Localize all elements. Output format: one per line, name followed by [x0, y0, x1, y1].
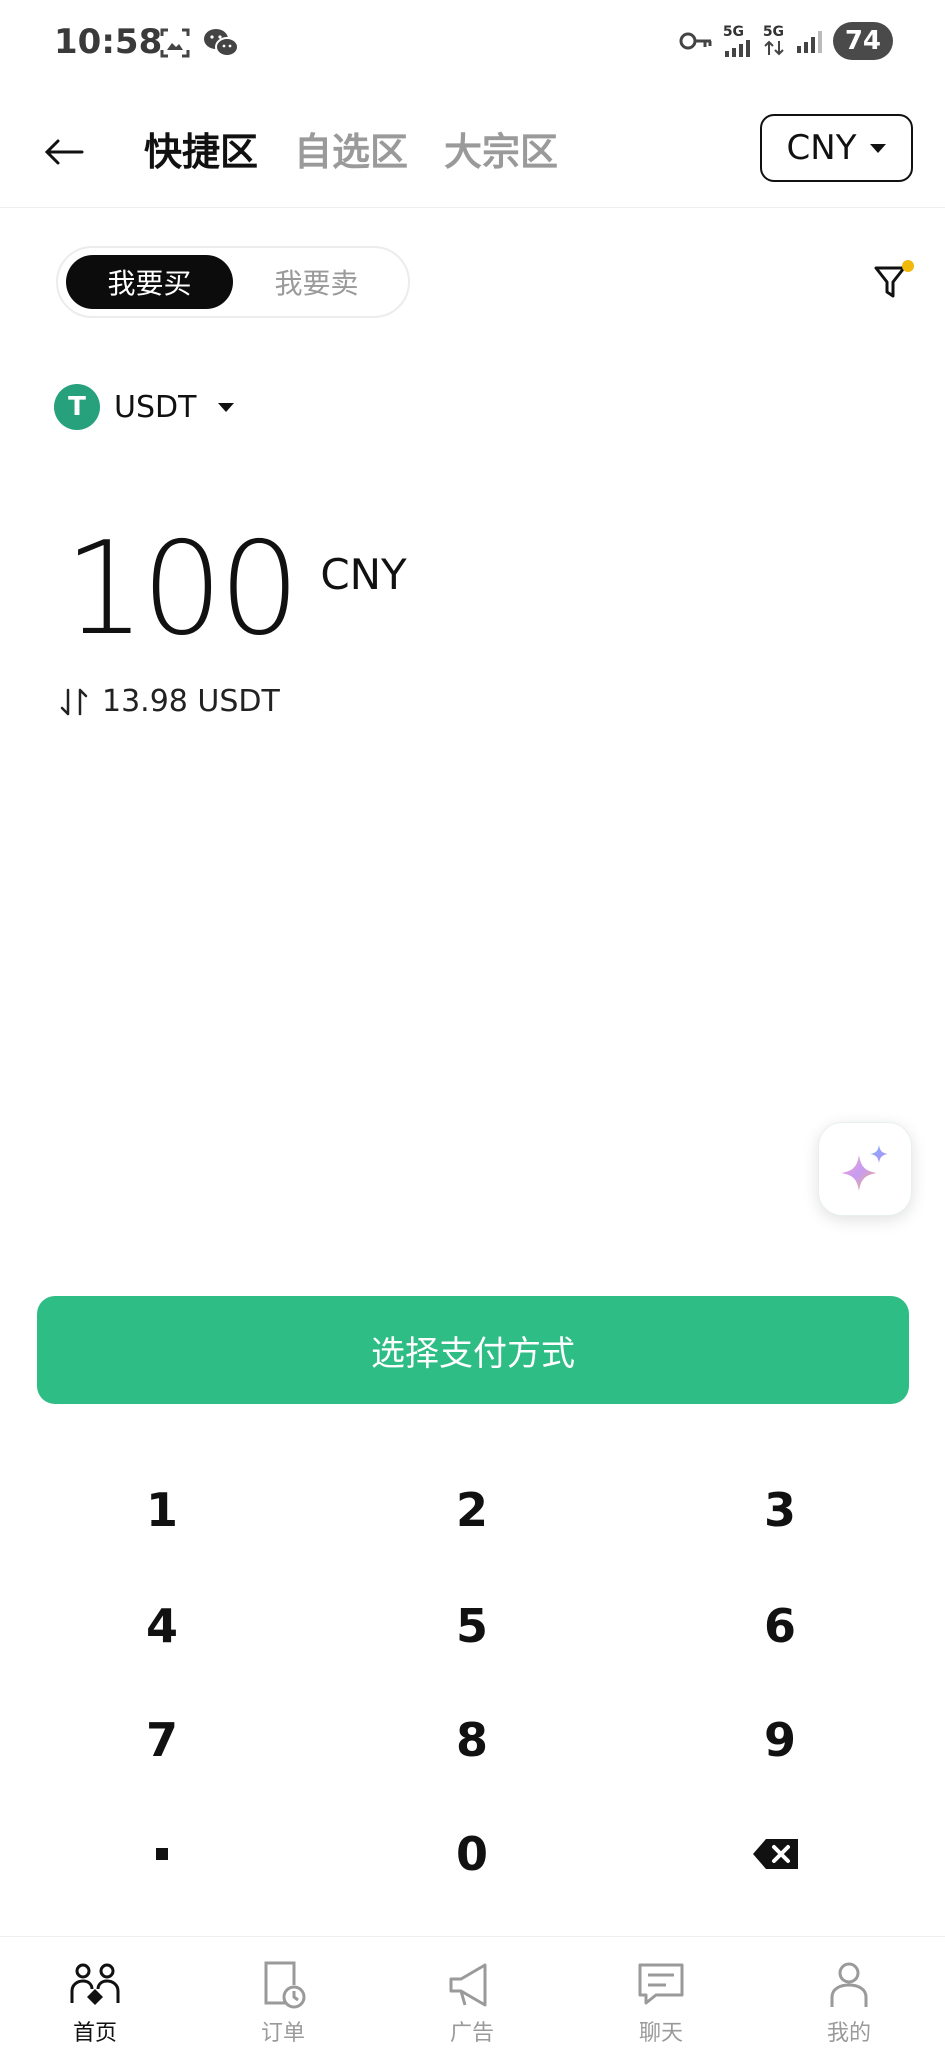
- coin-select[interactable]: T USDT: [54, 384, 235, 430]
- nav-label-home: 首页: [72, 2021, 117, 2046]
- caret-down-icon: [218, 402, 235, 412]
- megaphone-icon: [449, 1963, 487, 2007]
- currency-select[interactable]: CNY: [760, 114, 913, 182]
- nav-label-profile: 我的: [826, 2021, 871, 2046]
- screenshot-icon: [160, 28, 190, 58]
- nav-label-ads: 广告: [449, 2021, 494, 2046]
- nav-item-home[interactable]: 首页: [20, 1937, 170, 2048]
- signal-5g-2: 5G: [763, 25, 785, 57]
- key-3[interactable]: 3: [690, 1465, 870, 1555]
- person-icon: [830, 1962, 868, 2007]
- signal-bars-icon: [724, 40, 750, 57]
- order-clock-icon: [264, 1961, 306, 2009]
- key-8[interactable]: 8: [382, 1695, 562, 1785]
- key-1[interactable]: 1: [72, 1465, 252, 1555]
- decimal-point-icon: [156, 1848, 168, 1860]
- filter-button[interactable]: [868, 258, 916, 306]
- tether-icon: T: [54, 384, 100, 430]
- home-people-icon: [70, 1963, 120, 2005]
- header: 快捷区 自选区 大宗区 CNY: [0, 100, 945, 208]
- amount-currency: CNY: [320, 550, 407, 599]
- converted-amount[interactable]: 13.98 USDT: [60, 684, 280, 719]
- converted-amount-value: 13.98 USDT: [102, 684, 280, 719]
- nav-item-ads[interactable]: 广告: [397, 1937, 547, 2048]
- network-type-label: 5G: [722, 24, 745, 40]
- key-6[interactable]: 6: [690, 1581, 870, 1671]
- key-decimal[interactable]: [72, 1809, 252, 1899]
- chat-bubble-icon: [638, 1963, 684, 2005]
- key-2[interactable]: 2: [382, 1465, 562, 1555]
- coin-name: USDT: [114, 389, 197, 425]
- signal-bars-icon: [796, 31, 822, 53]
- currency-select-value: CNY: [786, 128, 857, 168]
- swap-vertical-icon: [60, 688, 88, 715]
- network-type-label: 5G: [762, 24, 785, 40]
- key-0[interactable]: 0: [382, 1809, 562, 1899]
- ai-assistant-button[interactable]: [818, 1122, 912, 1216]
- sparkle-icon: [841, 1145, 888, 1191]
- buy-sell-toggle: 我要买 我要卖: [56, 246, 410, 318]
- nav-item-chat[interactable]: 聊天: [586, 1937, 736, 2048]
- status-system-icons: 5G 5G 74: [679, 22, 893, 60]
- nav-label-orders: 订单: [260, 2021, 305, 2046]
- nav-item-orders[interactable]: 订单: [208, 1937, 358, 2048]
- status-bar: 10:58 5G 5G 74: [0, 0, 945, 90]
- status-notification-icons: [158, 26, 240, 60]
- arrow-left-icon: [44, 139, 84, 165]
- tab-favorites-zone[interactable]: 自选区: [294, 124, 408, 180]
- key-7[interactable]: 7: [72, 1695, 252, 1785]
- bottom-navigation: 首页 订单 广告 聊天 我的: [0, 1936, 945, 2048]
- amount-value: 100: [64, 515, 300, 664]
- backspace-icon: [753, 1839, 798, 1869]
- signal-5g-1: 5G: [723, 25, 753, 57]
- caret-down-icon: [870, 143, 887, 153]
- key-backspace[interactable]: [686, 1809, 866, 1899]
- data-transfer-icon: [764, 40, 784, 56]
- battery-level: 74: [832, 22, 893, 60]
- select-payment-method-button[interactable]: 选择支付方式: [37, 1296, 909, 1404]
- wechat-icon: [204, 29, 239, 57]
- key-5[interactable]: 5: [382, 1581, 562, 1671]
- key-9[interactable]: 9: [690, 1695, 870, 1785]
- tab-bulk-zone[interactable]: 大宗区: [444, 124, 558, 180]
- back-button[interactable]: [38, 126, 90, 178]
- nav-label-chat: 聊天: [638, 2021, 683, 2046]
- zone-tabs: 快捷区 自选区 大宗区: [144, 124, 558, 180]
- status-time: 10:58: [54, 22, 163, 62]
- amount-display: 100 CNY: [64, 520, 407, 660]
- key-4[interactable]: 4: [72, 1581, 252, 1671]
- vpn-key-icon: [679, 32, 712, 50]
- buy-option[interactable]: 我要买: [66, 255, 233, 309]
- filter-active-dot: [902, 260, 914, 272]
- tab-quick-zone[interactable]: 快捷区: [144, 124, 258, 180]
- nav-item-profile[interactable]: 我的: [774, 1937, 924, 2048]
- sell-option[interactable]: 我要卖: [233, 255, 400, 309]
